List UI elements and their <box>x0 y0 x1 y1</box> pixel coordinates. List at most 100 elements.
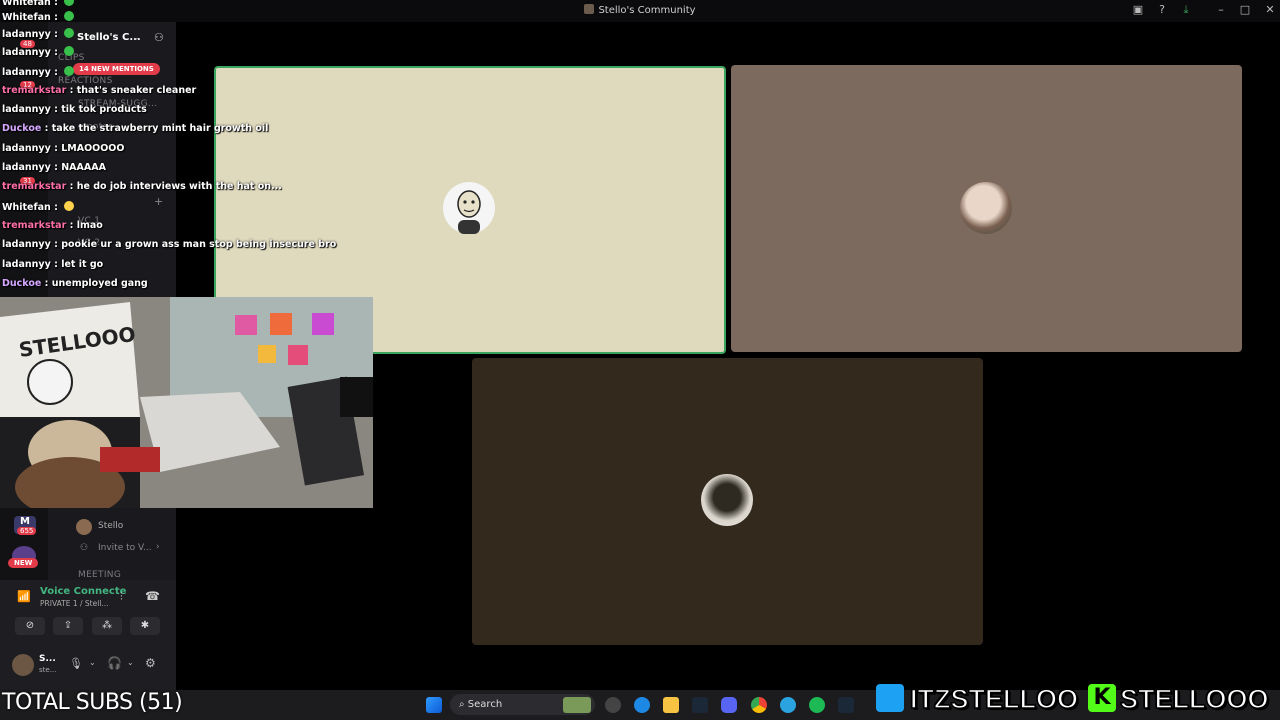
chat-separator: : <box>50 67 62 78</box>
chat-text: tik tok products <box>61 104 147 115</box>
chevron-down-icon[interactable]: ⌄ <box>89 658 96 667</box>
window-title-text: Stello's Community <box>598 5 696 16</box>
chat-message: ladannyy : tik tok products <box>2 104 147 115</box>
steam-icon[interactable] <box>838 697 854 713</box>
mention-badge[interactable]: 14 NEW MENTIONS <box>73 63 160 75</box>
chat-separator: : <box>41 278 52 289</box>
chat-username: Whitefan <box>2 202 51 213</box>
chat-username: ladannyy <box>2 239 51 250</box>
window-title: Stello's Community <box>0 4 1280 16</box>
file-explorer-icon[interactable] <box>663 697 679 713</box>
user-name[interactable]: S... <box>39 654 56 664</box>
channel-meeting[interactable]: MEETING <box>78 570 121 580</box>
total-subs-overlay: TOTAL SUBS (51) <box>2 690 183 715</box>
user-avatar[interactable] <box>12 654 34 676</box>
chat-separator: : <box>50 162 62 173</box>
voice-channel[interactable]: PRIVATE 1 / Stell... <box>40 599 109 608</box>
twitter-icon <box>876 684 904 712</box>
download-icon[interactable]: ⤓ <box>1178 3 1194 17</box>
chat-text: take the strawberry mint hair growth oil <box>51 123 269 134</box>
minimize-button[interactable]: – <box>1213 3 1229 16</box>
chrome-icon[interactable] <box>751 697 767 713</box>
discord-icon[interactable] <box>721 697 737 713</box>
chat-message: ladannyy : <box>2 46 75 58</box>
chat-message: ladannyy : LMAOOOOO <box>2 143 124 154</box>
invite-to-voice[interactable]: Invite to V... <box>98 543 152 553</box>
disconnect-icon[interactable]: ☎ <box>145 589 160 603</box>
chat-username: ladannyy <box>2 162 51 173</box>
voice-status[interactable]: Voice Connecte <box>40 586 126 597</box>
inbox-icon[interactable]: ▣ <box>1130 3 1146 16</box>
avatar <box>76 519 92 535</box>
spotify-icon[interactable] <box>809 697 825 713</box>
chat-message: Duckoe : take the strawberry mint hair g… <box>2 123 268 134</box>
chat-separator: : <box>50 143 62 154</box>
chat-username: tremarkstar <box>2 220 67 231</box>
headphones-icon[interactable]: 🎧 <box>107 656 122 670</box>
emote-icon <box>64 28 75 38</box>
chat-username: Whitefan <box>2 12 51 23</box>
chat-separator: : <box>66 220 77 231</box>
waveform-icon[interactable]: ⫶ <box>120 590 123 604</box>
user-tag: ste... <box>39 666 57 674</box>
participant-avatar <box>443 182 495 234</box>
voice-member-name[interactable]: Stello <box>98 521 123 531</box>
edge-icon[interactable] <box>634 697 650 713</box>
chat-text: unemployed gang <box>51 278 148 289</box>
maximize-button[interactable]: □ <box>1237 3 1253 16</box>
chat-separator: : <box>50 239 62 250</box>
screenshare-button[interactable]: ⇪ <box>53 617 83 635</box>
chat-username: ladannyy <box>2 47 51 58</box>
chat-message: ladannyy : <box>2 66 75 78</box>
telegram-icon[interactable] <box>780 697 796 713</box>
chat-username: Duckoe <box>2 123 42 134</box>
search-icon: ⌕ <box>459 699 465 710</box>
emote-icon <box>64 66 75 76</box>
chevron-down-icon[interactable]: ⌄ <box>132 33 140 43</box>
mic-icon[interactable]: 🎙 <box>69 657 83 670</box>
chat-message: ladannyy : pookie ur a grown ass man sto… <box>2 239 336 250</box>
participant-avatar <box>701 474 753 526</box>
chat-username: ladannyy <box>2 67 51 78</box>
chat-text: NAAAAA <box>61 162 106 173</box>
chat-separator: : <box>66 85 77 96</box>
chat-username: tremarkstar <box>2 85 67 96</box>
windows-start-icon[interactable] <box>426 697 442 713</box>
app-icon <box>584 4 595 14</box>
chat-separator: : <box>50 202 62 213</box>
new-badge: NEW <box>8 558 39 568</box>
chat-separator: : <box>50 12 62 23</box>
activities-button[interactable]: ⁂ <box>92 617 122 635</box>
chat-separator: : <box>50 0 62 8</box>
add-member-icon[interactable]: ⚇ <box>154 31 164 44</box>
chat-message: tremarkstar : that's sneaker cleaner <box>2 85 196 96</box>
chevron-down-icon[interactable]: ⌄ <box>127 658 134 667</box>
chat-message: Whitefan : <box>2 201 75 213</box>
add-channel-icon[interactable]: + <box>154 195 163 208</box>
chat-message: tremarkstar : he do job interviews with … <box>2 181 282 192</box>
participant-avatar-cat <box>960 182 1012 234</box>
chat-text: that's sneaker cleaner <box>76 85 197 96</box>
chat-username: ladannyy <box>2 143 51 154</box>
chat-text: LMAOOOOO <box>61 143 125 154</box>
chat-text: let it go <box>61 259 104 270</box>
chat-username: ladannyy <box>2 29 51 40</box>
chat-separator: : <box>50 104 62 115</box>
chevron-right-icon[interactable]: › <box>156 542 160 552</box>
chat-message: Whitefan : <box>2 11 75 23</box>
camera-off-button[interactable]: ⊘ <box>15 617 45 635</box>
chat-separator: : <box>66 181 77 192</box>
search-highlight-icon <box>563 697 591 713</box>
chat-username: Whitefan <box>2 0 51 8</box>
chat-username: ladannyy <box>2 259 51 270</box>
settings-gear-icon[interactable]: ⚙ <box>145 656 156 670</box>
kick-icon: K <box>1088 684 1116 712</box>
help-icon[interactable]: ? <box>1154 3 1170 16</box>
emote-icon <box>64 11 75 21</box>
steam-icon[interactable] <box>692 697 708 713</box>
close-button[interactable]: ✕ <box>1262 3 1278 16</box>
invite-icon: ⚇ <box>80 543 89 553</box>
soundboard-button[interactable]: ✱ <box>130 617 160 635</box>
chat-separator: : <box>50 47 62 58</box>
obs-icon[interactable] <box>605 697 621 713</box>
